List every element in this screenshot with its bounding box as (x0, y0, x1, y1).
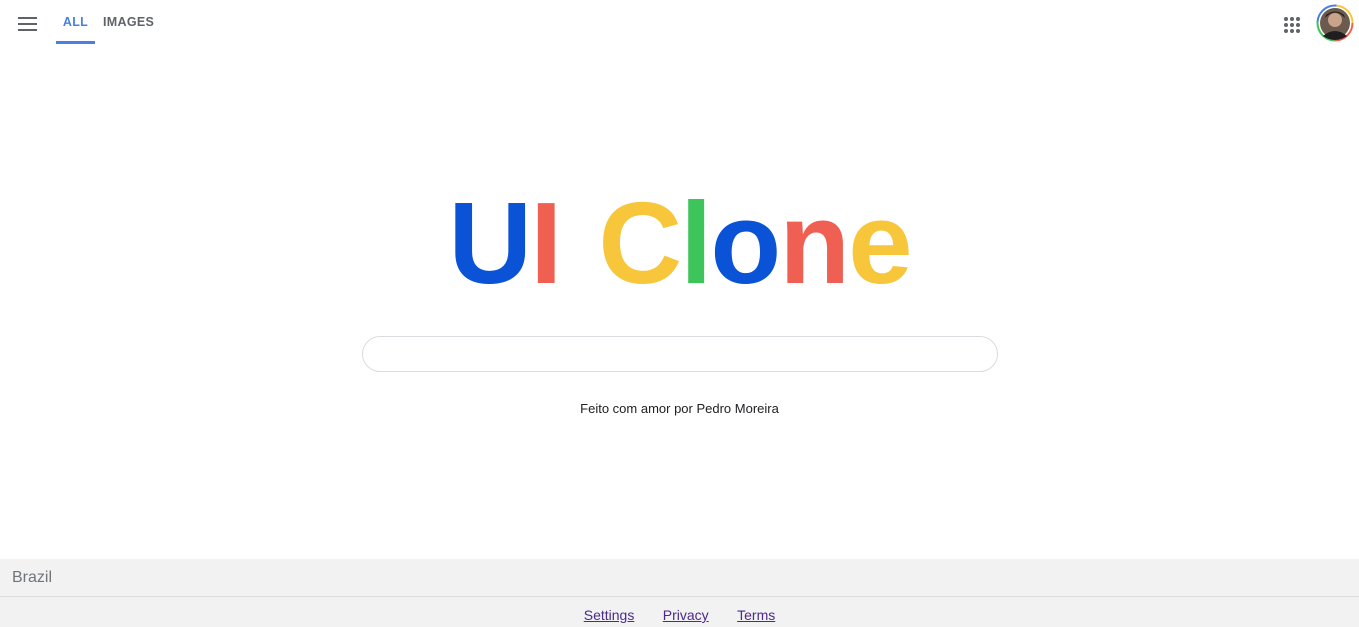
search-input[interactable] (379, 338, 979, 370)
logo-letter: e (848, 178, 913, 308)
logo-letter: I (530, 178, 562, 308)
logo-letter: l (680, 178, 712, 308)
avatar[interactable] (1316, 4, 1354, 42)
apps-grid-icon[interactable] (1283, 16, 1301, 34)
tab-all[interactable]: ALL (56, 15, 95, 29)
logo-letter: n (779, 178, 850, 308)
header: ALL IMAGES (0, 0, 1359, 46)
terms-link[interactable]: Terms (737, 607, 775, 623)
logo: UI Clone (0, 178, 1359, 308)
logo-letter: C (598, 178, 682, 308)
page: ALL IMAGES UI Clone Feito com amor por P… (0, 0, 1359, 627)
tab-images[interactable]: IMAGES (103, 15, 154, 29)
credit-text: Feito com amor por Pedro Moreira (580, 401, 779, 416)
search-box (362, 336, 998, 372)
privacy-link[interactable]: Privacy (663, 607, 709, 623)
settings-link[interactable]: Settings (584, 607, 635, 623)
hamburger-menu-icon[interactable] (18, 17, 38, 31)
country-label: Brazil (12, 569, 53, 586)
active-tab-indicator (56, 41, 95, 44)
footer-links: Settings Privacy Terms (0, 597, 1359, 627)
footer-country-bar: Brazil (0, 559, 1359, 597)
logo-letter: U (448, 178, 532, 308)
logo-letter: o (710, 178, 781, 308)
